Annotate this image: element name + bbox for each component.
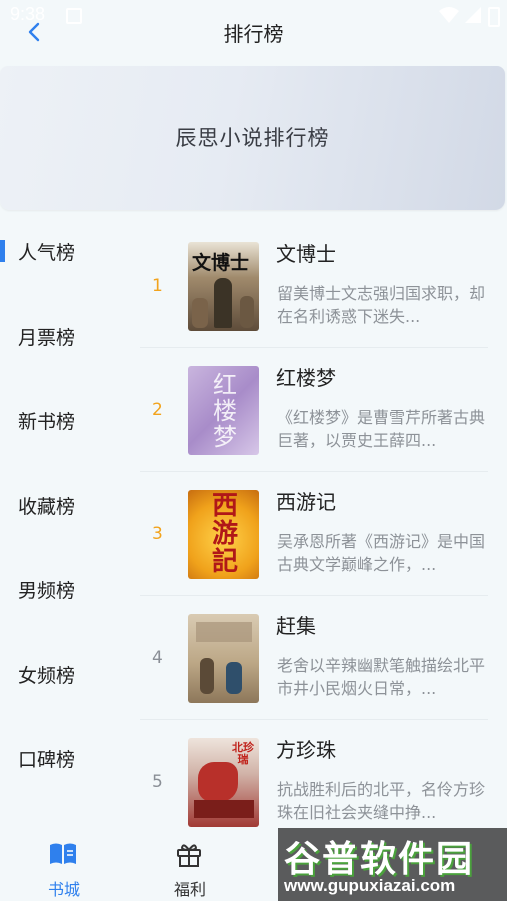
book-cover: 西游記	[188, 490, 259, 579]
sidebar-item-label: 人气榜	[18, 242, 76, 264]
sidebar-item-popularity[interactable]: 人气榜	[0, 226, 140, 276]
book-description: 抗战胜利后的北平，名伶方珍珠在旧社会夹缝中挣...	[277, 780, 486, 822]
cover-title-text: 文博士	[192, 252, 250, 274]
sidebar-item-label: 收藏榜	[18, 496, 76, 518]
book-description: 《红楼梦》是曹雪芹所著古典巨著，以贾史王薛四...	[277, 408, 486, 450]
book-description: 留美博士文志强归国求职，却在名利诱惑下迷失...	[277, 284, 486, 326]
book-cover: 红楼梦	[188, 366, 259, 455]
book-title: 红楼梦	[276, 366, 336, 390]
book-open-icon	[50, 843, 76, 864]
banner-title: 辰思小说排行榜	[175, 126, 330, 150]
sidebar-item-reputation[interactable]: 口碑榜	[0, 733, 140, 783]
sidebar-item-male[interactable]: 男频榜	[0, 564, 140, 614]
watermark-text: 谷普软件园	[284, 839, 475, 880]
rank-number: 2	[152, 400, 163, 420]
header: 排行榜	[0, 0, 507, 66]
tab-label: 福利	[173, 880, 206, 899]
book-title: 文博士	[276, 242, 336, 266]
ranking-banner: 辰思小说排行榜	[0, 66, 505, 210]
book-list-item[interactable]: 4 赶集 老舍以辛辣幽默笔触描绘北平市井小民烟火日常，...	[140, 604, 490, 720]
cover-title-text: 西游記	[211, 491, 238, 577]
cover-title-text: 北珍瑞	[232, 741, 254, 766]
book-cover	[188, 614, 259, 703]
rank-number: 1	[152, 276, 163, 296]
book-list-item[interactable]: 5 北珍瑞 方珍珠 抗战胜利后的北平，名伶方珍珠在旧社会夹缝中挣...	[140, 728, 490, 840]
ranking-category-sidebar: 人气榜 月票榜 新书榜 收藏榜 男频榜 女频榜 口碑榜	[0, 210, 140, 830]
page-title: 排行榜	[223, 22, 284, 46]
sidebar-item-female[interactable]: 女频榜	[0, 649, 140, 699]
watermark: 谷普软件园 www.gupuxiazai.com	[278, 828, 507, 901]
divider	[140, 471, 488, 472]
sidebar-item-label: 新书榜	[18, 411, 76, 433]
divider	[140, 347, 488, 348]
book-description: 吴承恩所著《西游记》是中国古典文学巅峰之作，...	[277, 532, 486, 574]
sidebar-item-label: 女频榜	[18, 665, 76, 687]
sidebar-item-label: 月票榜	[18, 327, 76, 349]
book-cover: 北珍瑞	[188, 738, 259, 827]
divider	[140, 595, 488, 596]
book-title: 赶集	[276, 614, 316, 638]
rank-number: 3	[152, 524, 163, 544]
book-title: 方珍珠	[276, 738, 336, 762]
book-description: 老舍以辛辣幽默笔触描绘北平市井小民烟火日常，...	[277, 656, 486, 698]
sidebar-item-monthly-votes[interactable]: 月票榜	[0, 311, 140, 361]
rank-number: 4	[152, 648, 163, 668]
app-root: 9:38 排行榜 辰思小说排行榜 人气榜 月票榜 新书榜 收藏榜 男频榜 女频榜…	[0, 0, 507, 901]
divider	[140, 719, 488, 720]
tab-welfare[interactable]: 福利	[135, 830, 245, 901]
active-indicator	[0, 240, 5, 262]
sidebar-item-new-books[interactable]: 新书榜	[0, 395, 140, 445]
book-cover: 文博士	[188, 242, 259, 331]
book-list-item[interactable]: 1 文博士 文博士 留美博士文志强归国求职，却在名利诱惑下迷失...	[140, 232, 490, 348]
rank-number: 5	[152, 772, 163, 792]
sidebar-item-favorites[interactable]: 收藏榜	[0, 480, 140, 530]
cover-title-text: 红楼梦	[213, 371, 237, 451]
sidebar-item-label: 男频榜	[18, 580, 76, 602]
sidebar-item-label: 口碑榜	[18, 749, 76, 771]
book-list-item[interactable]: 3 西游記 西游记 吴承恩所著《西游记》是中国古典文学巅峰之作，...	[140, 480, 490, 596]
gift-icon	[177, 844, 201, 867]
book-list-item[interactable]: 2 红楼梦 红楼梦 《红楼梦》是曹雪芹所著古典巨著，以贾史王薛四...	[140, 356, 490, 472]
tab-label: 书城	[47, 880, 80, 899]
watermark-url: www.gupuxiazai.com	[284, 876, 456, 895]
book-title: 西游记	[276, 490, 336, 514]
tab-bookstore[interactable]: 书城	[9, 830, 119, 901]
